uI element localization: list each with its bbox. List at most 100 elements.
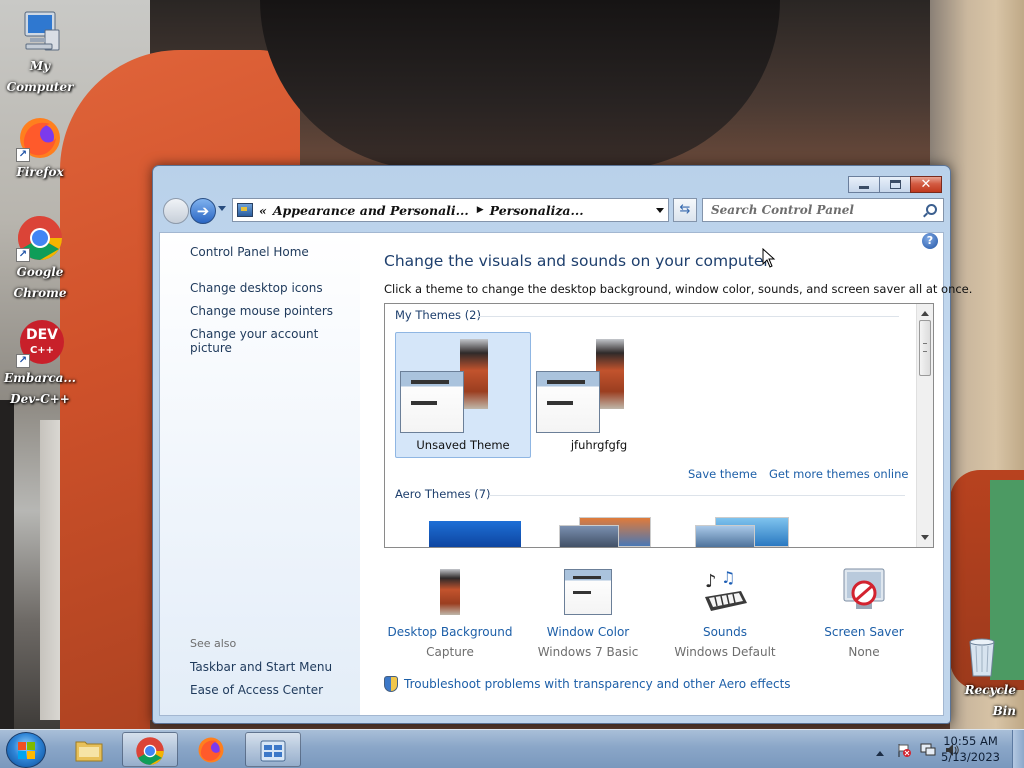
back-button[interactable] [163,198,189,224]
wallpaper-left-shadow [0,400,14,730]
network-icon[interactable] [920,742,936,758]
scrollbar-thumb[interactable] [919,320,931,376]
screen-saver-icon [840,567,888,615]
save-theme-link[interactable]: Save theme [688,467,757,481]
search-input[interactable]: Search Control Panel [702,198,944,222]
group-divider [489,495,905,496]
theme-window-preview [536,371,600,433]
chrome-icon [135,736,165,766]
help-button[interactable]: ? [922,233,938,249]
forward-arrow-icon: ➔ [196,202,210,220]
navigation-bar: ➔ « Appearance and Personali... ▶ Person… [161,196,944,226]
aero-theme-windows-thumbnail[interactable] [429,521,521,547]
show-desktop-button[interactable] [1012,730,1024,768]
screen-saver-setting[interactable]: Screen Saver None [794,567,934,659]
taskbar-file-explorer[interactable] [62,732,118,767]
setting-value: Windows Default [674,645,776,659]
start-button[interactable] [6,732,46,768]
close-icon: ✕ [920,177,932,192]
folder-icon [74,735,104,765]
setting-value: None [848,645,880,659]
action-center-flag-icon[interactable] [896,742,912,758]
window-color-icon [564,567,612,615]
theme-list[interactable]: My Themes (2) Unsaved Theme jfuhrgfgfg S… [384,303,934,548]
address-bar[interactable]: « Appearance and Personali... ▶ Personal… [232,198,669,222]
system-clock[interactable]: 10:55 AM 5/13/2023 [941,733,1000,765]
breadcrumb-appearance[interactable]: Appearance and Personali... [273,203,469,218]
recent-pages-dropdown[interactable] [218,206,226,214]
address-dropdown-icon[interactable] [656,208,664,217]
theme-name: Unsaved Theme [416,438,510,452]
scroll-down-arrow-icon[interactable] [921,535,929,544]
change-account-picture-link[interactable]: Change your account picture [190,327,360,355]
setting-title: Desktop Background [387,625,513,639]
forward-button[interactable]: ➔ [190,198,216,224]
devcpp-logo-text: DEV [25,327,59,343]
desktop-background-setting[interactable]: Desktop Background Capture [380,567,520,659]
theme-jfuhrgfgfg[interactable]: jfuhrgfgfg [531,332,667,458]
sounds-icon: ♪ ♫ [701,567,749,615]
main-pane: ? Change the visuals and sounds on your … [360,233,972,715]
desktop-icon-chrome[interactable]: ↗ Google Chrome [0,214,80,304]
left-navigation-pane: Control Panel Home Change desktop icons … [160,233,360,715]
breadcrumb-separator-icon[interactable]: ▶ [477,205,484,215]
refresh-button[interactable]: ⇆ [673,198,697,222]
close-button[interactable]: ✕ [910,176,942,193]
taskbar-control-panel[interactable] [245,732,301,767]
devcpp-logo-sub: C++ [29,345,55,356]
scroll-up-arrow-icon[interactable] [921,307,929,316]
clock-date: 5/13/2023 [941,750,1000,764]
get-more-themes-link[interactable]: Get more themes online [769,467,908,481]
shortcut-arrow-icon: ↗ [16,354,30,368]
shortcut-arrow-icon: ↗ [16,148,30,162]
desktop-icon-devcpp[interactable]: DEV C++ ↗ Embarca... Dev-C++ [0,320,80,410]
desktop-icon-firefox[interactable]: ↗ Firefox [0,114,80,183]
desktop-icon-label: Recycle Bin [964,683,1016,718]
setting-title: Window Color [546,625,630,639]
theme-photo-thumbnail [460,339,488,409]
control-panel-home-link[interactable]: Control Panel Home [190,245,309,259]
aero-theme-architecture-thumbnail[interactable] [559,517,653,547]
change-mouse-pointers-link[interactable]: Change mouse pointers [190,304,333,318]
theme-name: jfuhrgfgfg [570,438,628,452]
window-content: Control Panel Home Change desktop icons … [159,232,972,716]
search-placeholder: Search Control Panel [711,203,854,217]
shortcut-arrow-icon: ↗ [16,248,30,262]
page-subtitle: Click a theme to change the desktop back… [384,282,973,296]
computer-icon [16,8,64,56]
maximize-button[interactable] [879,176,911,193]
theme-list-scrollbar[interactable] [916,304,933,547]
desktop-icon-my-computer[interactable]: My Computer [0,8,80,98]
recycle-bin-icon [958,632,1006,680]
aero-theme-nature-thumbnail[interactable] [695,517,791,547]
desktop-icon-label: Firefox [16,165,64,179]
show-hidden-icons-button[interactable] [872,742,888,758]
shield-icon [384,676,398,692]
minimize-button[interactable] [848,176,880,193]
search-icon[interactable] [926,204,937,215]
troubleshoot-link[interactable]: Troubleshoot problems with transparency … [404,677,791,691]
refresh-icon: ⇆ [679,202,691,217]
breadcrumb-personalization[interactable]: Personaliza... [490,203,584,218]
desktop-icon-label: Google Chrome [13,265,67,300]
setting-title: Screen Saver [824,625,904,639]
desktop-icon-recycle-bin[interactable]: Recycle Bin [940,632,1024,722]
ease-of-access-link[interactable]: Ease of Access Center [190,683,323,697]
theme-unsaved[interactable]: Unsaved Theme [395,332,531,458]
devcpp-icon: DEV C++ ↗ [16,320,64,368]
taskbar-firefox[interactable] [184,732,240,767]
address-overflow-chevron[interactable]: « [259,203,267,218]
setting-value: Capture [426,645,474,659]
svg-text:♫: ♫ [721,568,735,587]
clock-time: 10:55 AM [943,734,998,748]
control-panel-icon [258,736,288,766]
troubleshoot-row: Troubleshoot problems with transparency … [384,676,791,692]
desktop-background-icon [426,567,474,615]
sounds-setting[interactable]: ♪ ♫ Sounds Windows Default [655,567,795,659]
taskbar-chrome[interactable] [122,732,178,767]
desktop-icon-label: My Computer [6,59,74,94]
window-color-setting[interactable]: Window Color Windows 7 Basic [518,567,658,659]
change-desktop-icons-link[interactable]: Change desktop icons [190,281,323,295]
taskbar-start-menu-link[interactable]: Taskbar and Start Menu [190,660,332,674]
windows-logo-icon [18,742,36,760]
